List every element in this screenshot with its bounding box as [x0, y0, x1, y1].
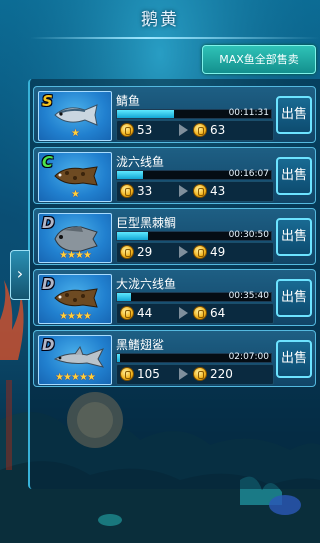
coin-icon	[193, 306, 207, 320]
coin-icon	[193, 367, 207, 381]
timer-text: 00:11:31	[228, 108, 269, 118]
fish-thumbnail: D ★★★★★	[38, 335, 112, 385]
arrow-right-icon	[179, 185, 188, 197]
timer-text: 00:30:50	[228, 230, 269, 240]
fish-card: D ★★★★ 大泷六线鱼 00:35:40 44 64 出售	[33, 269, 316, 326]
fish-thumbnail: D ★★★★	[38, 213, 112, 263]
sell-button-label: 出售	[280, 290, 307, 305]
arrow-right-icon	[179, 246, 188, 258]
sell-button[interactable]: 出售	[276, 279, 312, 317]
rank-badge: D	[42, 275, 55, 293]
star-rating: ★	[71, 128, 80, 139]
current-price: 53	[137, 123, 153, 137]
coin-icon	[193, 123, 207, 137]
star-rating: ★★★★	[59, 250, 92, 261]
progress-fill	[117, 110, 174, 118]
shark-icon	[53, 345, 105, 374]
fish-card: D ★★★★★ 黑鳍翅鲨 02:07:00 105 220 出售	[33, 330, 316, 387]
fish-thumbnail: S ★	[38, 91, 112, 141]
progress-fill	[117, 293, 131, 301]
sell-button-label: 出售	[280, 351, 307, 366]
price-box: 29 49	[116, 242, 274, 263]
page-title: 鹅黄	[141, 10, 179, 30]
timer-text: 02:07:00	[228, 352, 269, 362]
progress-fill	[117, 171, 144, 179]
max-sell-all-button[interactable]: MAX鱼全部售卖	[202, 45, 316, 74]
fish-name: 泷六线鱼	[116, 155, 165, 169]
star-rating: ★★★★★	[55, 372, 96, 383]
coin-icon	[120, 306, 134, 320]
sell-button[interactable]: 出售	[276, 340, 312, 378]
star-rating: ★	[71, 189, 80, 200]
sell-button[interactable]: 出售	[276, 157, 312, 195]
price-box: 44 64	[116, 303, 274, 324]
current-price: 44	[137, 306, 153, 320]
current-price: 33	[137, 184, 153, 198]
rank-badge: C	[42, 153, 54, 171]
max-price: 49	[210, 245, 226, 259]
max-price: 63	[210, 123, 226, 137]
sell-button[interactable]: 出售	[276, 218, 312, 256]
price-box: 53 63	[116, 120, 274, 141]
max-price: 64	[210, 306, 226, 320]
price-box: 105 220	[116, 364, 274, 385]
chevron-right-icon: ›	[16, 264, 24, 283]
max-price: 220	[210, 367, 233, 381]
progress-fill	[117, 354, 121, 362]
rank-badge: D	[42, 214, 55, 232]
coin-icon	[120, 184, 134, 198]
sell-button[interactable]: 出售	[276, 96, 312, 134]
timer-text: 00:16:07	[228, 169, 269, 179]
freshness-progress-bar: 00:16:07	[116, 169, 272, 180]
arrow-right-icon	[179, 124, 188, 136]
coin-icon	[193, 184, 207, 198]
coin-icon	[193, 245, 207, 259]
fish-thumbnail: C ★	[38, 152, 112, 202]
fish-thumbnail: D ★★★★	[38, 274, 112, 324]
coin-icon	[120, 245, 134, 259]
progress-fill	[117, 232, 148, 240]
current-price: 29	[137, 245, 153, 259]
sell-button-label: 出售	[280, 168, 307, 183]
fish-card: S ★ 鲭鱼 00:11:31 53 63 出售	[33, 86, 316, 143]
timer-text: 00:35:40	[228, 291, 269, 301]
star-rating: ★★★★	[59, 311, 92, 322]
current-price: 105	[137, 367, 160, 381]
price-box: 33 43	[116, 181, 274, 202]
coin-icon	[120, 367, 134, 381]
fish-name: 鲭鱼	[116, 94, 141, 108]
arrow-right-icon	[179, 307, 188, 319]
rank-badge: S	[42, 92, 53, 110]
freshness-progress-bar: 02:07:00	[116, 352, 272, 363]
max-price: 43	[210, 184, 226, 198]
fish-name: 黑鳍翅鲨	[116, 338, 165, 352]
freshness-progress-bar: 00:35:40	[116, 291, 272, 302]
fish-name: 大泷六线鱼	[116, 277, 177, 291]
fish-name: 巨型黑棘鲷	[116, 216, 177, 230]
coin-icon	[120, 123, 134, 137]
sell-button-label: 出售	[280, 107, 307, 122]
expand-tab-button[interactable]: ›	[10, 250, 30, 300]
fish-card: D ★★★★ 巨型黑棘鲷 00:30:50 29 49 出售	[33, 208, 316, 265]
title-divider	[30, 37, 320, 39]
freshness-progress-bar: 00:30:50	[116, 230, 272, 241]
freshness-progress-bar: 00:11:31	[116, 108, 272, 119]
rank-badge: D	[42, 336, 55, 354]
sell-button-label: 出售	[280, 229, 307, 244]
fish-card: C ★ 泷六线鱼 00:16:07 33 43 出售	[33, 147, 316, 204]
arrow-right-icon	[179, 368, 188, 380]
